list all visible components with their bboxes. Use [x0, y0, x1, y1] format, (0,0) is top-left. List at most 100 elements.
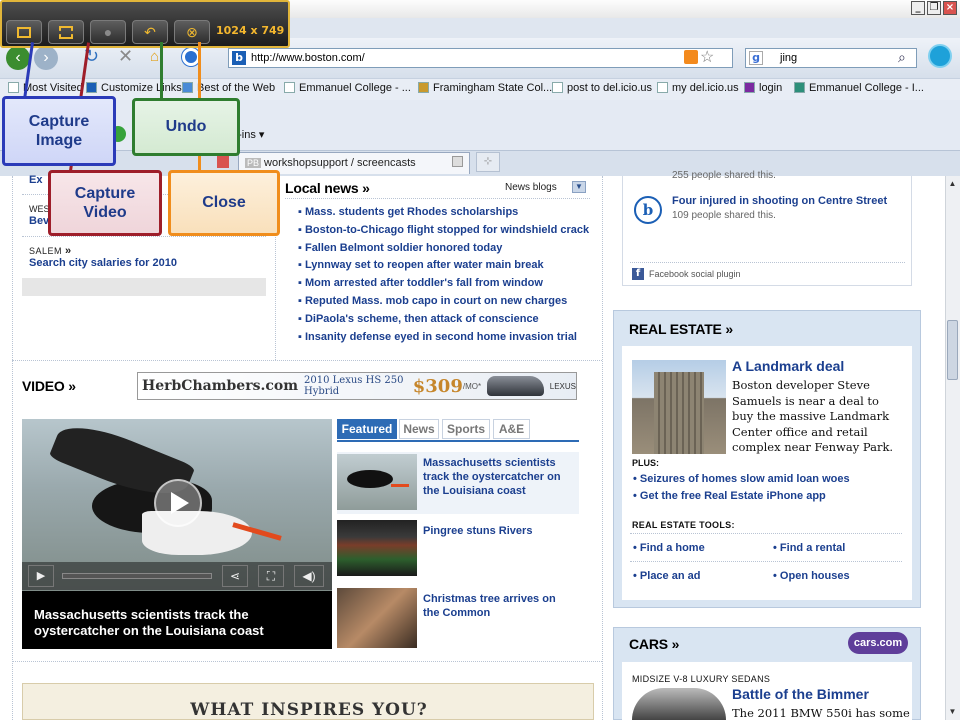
ad-brand: HerbChambers.com [142, 378, 299, 394]
plus-link[interactable]: • Seizures of homes slow amid loan woes [633, 473, 850, 485]
google-icon[interactable]: g [749, 51, 763, 65]
tool-link[interactable]: • Open houses [773, 570, 850, 582]
local-news-link[interactable]: ▪ Insanity defense eyed in second home i… [298, 331, 577, 343]
shared-count: 109 people shared this. [672, 210, 776, 221]
yahoo-icon [744, 82, 755, 93]
vertical-scrollbar[interactable] [945, 176, 960, 720]
inspire-text: WHAT INSPIRES YOU? [190, 700, 428, 720]
play-small-icon[interactable]: ▶ [28, 565, 54, 587]
local-news-link-text: Mom arrested after toddler's fall from w… [304, 277, 543, 290]
left-story-link[interactable]: Bev [29, 215, 49, 227]
dropdown-arrow-icon[interactable]: ▼ [572, 181, 586, 193]
favorite-link[interactable]: Emmanuel College - ... [284, 82, 411, 94]
local-news-link-text: DiPaola's scheme, then attack of conscie… [304, 312, 539, 325]
forward-icon[interactable]: › [34, 46, 58, 70]
favorite-link[interactable]: Best of the Web [182, 82, 275, 94]
cars-title[interactable]: CARS » [629, 636, 679, 652]
restore-icon[interactable]: ❐ [927, 1, 941, 15]
tab-close-icon[interactable] [217, 156, 229, 168]
video-thumbnail[interactable] [337, 520, 417, 576]
search-magnifier-icon[interactable]: ⌕ [898, 49, 906, 66]
left-story-link[interactable]: Ex [29, 174, 42, 186]
video-item-title[interactable]: Massachusetts scientists track the oyste… [423, 456, 573, 498]
capture-image-button[interactable] [6, 20, 42, 44]
video-player[interactable]: ▶ ⋖ ⛶ ◀) Massachusetts scientists track … [22, 419, 332, 649]
favorite-link[interactable]: Most Visited [8, 82, 83, 94]
local-news-link[interactable]: ▪ Mom arrested after toddler's fall from… [298, 277, 543, 289]
stop-icon[interactable]: ✕ [118, 46, 133, 67]
skype-icon[interactable] [928, 44, 952, 68]
favorite-link[interactable]: login [744, 82, 782, 94]
tool-link[interactable]: • Find a home [633, 542, 705, 554]
address-bar[interactable]: http://www.boston.com/ [228, 48, 733, 68]
local-news-link-text: Reputed Mass. mob capo in court on new c… [304, 295, 568, 307]
local-news-link[interactable]: ▪ DiPaola's scheme, then attack of consc… [298, 313, 539, 325]
favorite-link[interactable]: Emmanuel College - I... [794, 82, 924, 94]
local-news-link[interactable]: ▪ Boston-to-Chicago flight stopped for w… [298, 224, 589, 236]
favorite-link[interactable]: Customize Links [86, 82, 182, 94]
minimize-icon[interactable]: _ [911, 1, 925, 15]
scrollbar-thumb[interactable] [947, 320, 958, 380]
local-news-link[interactable]: ▪ Fallen Belmont soldier honored today [298, 242, 502, 254]
local-news-link[interactable]: ▪ Lynnway set to reopen after water main… [298, 259, 544, 271]
share-icon[interactable]: ⋖ [222, 565, 248, 587]
favorite-link[interactable]: Framingham State Col... [418, 82, 552, 94]
undo-button[interactable]: ↶ [132, 20, 168, 44]
rss-icon[interactable] [684, 50, 698, 64]
bmw-image[interactable] [632, 688, 726, 720]
video-thumbnail[interactable] [337, 588, 417, 648]
undo-callout: Undo [132, 98, 240, 156]
local-news-link-text: Lynnway set to reopen after water main b… [304, 259, 544, 272]
video-progress-bar[interactable] [62, 573, 212, 579]
ad-price: $309 [412, 375, 463, 397]
tab-sports[interactable]: Sports [442, 419, 490, 439]
video-item-title[interactable]: Pingree stuns Rivers [423, 524, 573, 538]
scroll-up-icon[interactable]: ▲ [947, 178, 958, 189]
back-icon[interactable]: ‹ [6, 46, 30, 70]
tab-ae[interactable]: A&E [493, 419, 530, 439]
video-item-title[interactable]: Christmas tree arrives on the Common [423, 592, 573, 620]
salaries-link[interactable]: Search city salaries for 2010 [29, 257, 177, 269]
close-window-icon[interactable]: × [943, 1, 957, 15]
home-icon[interactable]: ⌂ [150, 48, 159, 65]
tab-news[interactable]: News [399, 419, 439, 439]
video-section-title[interactable]: VIDEO » [22, 378, 76, 394]
share-button[interactable]: ● [90, 20, 126, 44]
tab-title: workshopsupport / screencasts [264, 157, 416, 169]
divider [630, 533, 902, 534]
plus-link[interactable]: • Get the free Real Estate iPhone app [633, 490, 826, 502]
capture-video-button[interactable] [48, 20, 84, 44]
scroll-down-icon[interactable]: ▼ [947, 706, 958, 717]
local-news-link[interactable]: ▪ Reputed Mass. mob capo in court on new… [298, 295, 567, 307]
inspire-banner[interactable]: WHAT INSPIRES YOU? [22, 683, 594, 720]
video-caption: Massachusetts scientists track the oyste… [34, 607, 264, 638]
local-news-title[interactable]: Local news » [285, 180, 370, 196]
tab-featured[interactable]: Featured [337, 419, 397, 439]
cars-com-badge[interactable]: cars.com [848, 632, 908, 654]
local-news-link[interactable]: ▪ Mass. students get Rhodes scholarships [298, 206, 518, 218]
tab-close-icon[interactable] [452, 156, 463, 167]
lexus-ad-banner[interactable]: HerbChambers.com 2010 Lexus HS 250 Hybri… [137, 372, 577, 400]
favorite-link[interactable]: my del.icio.us [657, 82, 739, 94]
video-list-item[interactable]: Massachusetts scientists track the oyste… [337, 452, 579, 514]
social-story-link[interactable]: Four injured in shooting on Centre Stree… [672, 195, 887, 207]
video-thumbnail [337, 454, 417, 510]
bookmark-star-icon[interactable]: ☆ [700, 47, 714, 67]
volume-icon[interactable]: ◀) [294, 565, 324, 587]
real-estate-title[interactable]: REAL ESTATE » [629, 321, 733, 337]
landmark-building-image[interactable] [632, 360, 726, 454]
real-estate-headline[interactable]: A Landmark deal [732, 358, 844, 374]
divider [630, 262, 905, 263]
cars-headline[interactable]: Battle of the Bimmer [732, 686, 869, 702]
fullscreen-icon[interactable]: ⛶ [258, 565, 284, 587]
tool-link[interactable]: • Place an ad [633, 570, 700, 582]
town-label: WES [29, 204, 50, 214]
close-capture-button[interactable]: ⊗ [174, 20, 210, 44]
undo-icon: ↶ [144, 24, 156, 40]
new-tab-button[interactable]: ⊹ [476, 152, 500, 172]
search-input[interactable]: jing [745, 48, 917, 68]
favorite-link[interactable]: post to del.icio.us [552, 82, 652, 94]
news-blogs-label[interactable]: News blogs [505, 182, 557, 193]
local-news-link-text: Insanity defense eyed in second home inv… [304, 330, 577, 343]
tool-link[interactable]: • Find a rental [773, 542, 845, 554]
